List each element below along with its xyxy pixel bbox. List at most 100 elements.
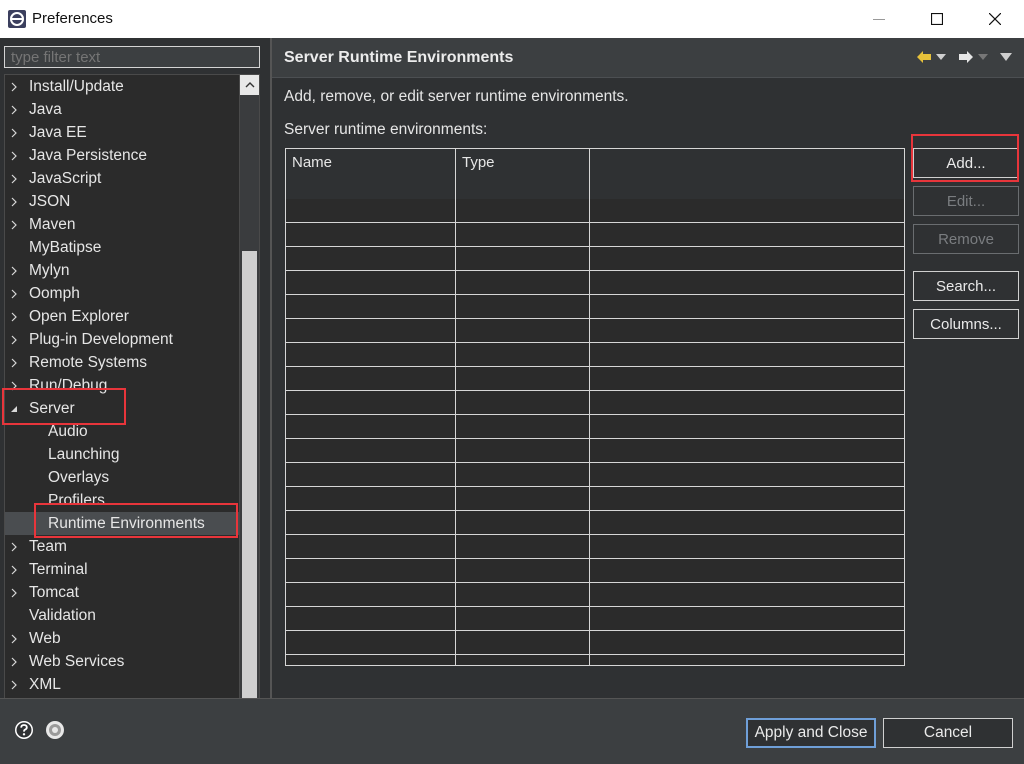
tree-item[interactable]: Open Explorer [5,305,241,328]
remove-button[interactable]: Remove [913,224,1019,254]
maximize-button[interactable] [908,0,966,38]
table-cell [286,439,456,463]
collapsed-arrow-icon[interactable] [7,351,21,374]
table-row[interactable] [286,247,904,271]
table-cell [286,463,456,487]
title-bar: Preferences [0,0,1024,38]
tree-item-label: Web [29,630,61,647]
table-row[interactable] [286,367,904,391]
apply-and-close-button[interactable]: Apply and Close [746,718,876,748]
table-row[interactable] [286,607,904,631]
tree-item[interactable]: Web Services [5,650,241,673]
tree-item[interactable]: Maven [5,213,241,236]
table-cell [286,343,456,367]
table-cell [590,655,904,665]
tree-item[interactable]: Launching [5,443,241,466]
table-row[interactable] [286,655,904,665]
collapsed-arrow-icon[interactable] [7,650,21,673]
tree-item-label: Maven [29,216,76,233]
close-button[interactable] [966,0,1024,38]
minimize-button[interactable] [850,0,908,38]
table-cell [456,535,590,559]
tree-item[interactable]: Tomcat [5,581,241,604]
tree-item[interactable]: Validation [5,604,241,627]
tree-item-label: Mylyn [29,262,70,279]
tree-item-label: JSON [29,193,71,210]
column-header-type[interactable]: Type [456,149,590,199]
tree-item[interactable]: Java EE [5,121,241,144]
collapsed-arrow-icon[interactable] [7,259,21,282]
collapsed-arrow-icon[interactable] [7,305,21,328]
collapsed-arrow-icon[interactable] [7,121,21,144]
view-menu-button[interactable] [1000,48,1012,66]
help-icon[interactable] [14,720,34,740]
column-header-name[interactable]: Name [286,149,456,199]
table-row[interactable] [286,223,904,247]
table-row[interactable] [286,295,904,319]
table-row[interactable] [286,559,904,583]
collapsed-arrow-icon[interactable] [7,167,21,190]
table-row[interactable] [286,535,904,559]
table-row[interactable] [286,199,904,223]
collapsed-arrow-icon[interactable] [7,558,21,581]
collapsed-arrow-icon[interactable] [7,673,21,696]
table-cell [590,319,904,343]
table-cell [286,199,456,223]
table-row[interactable] [286,343,904,367]
column-header-empty[interactable] [590,149,904,199]
back-button[interactable] [916,48,946,66]
tree-item[interactable]: Java [5,98,241,121]
table-cell [456,559,590,583]
table-row[interactable] [286,463,904,487]
tree-item[interactable]: Remote Systems [5,351,241,374]
scroll-up-button[interactable] [240,75,259,95]
panel-divider[interactable] [270,38,272,698]
collapsed-arrow-icon[interactable] [7,75,21,98]
table-row[interactable] [286,271,904,295]
tree-item[interactable]: JSON [5,190,241,213]
columns-button[interactable]: Columns... [913,309,1019,339]
table-row[interactable] [286,415,904,439]
tree-item[interactable]: Java Persistence [5,144,241,167]
tree-item[interactable]: XML [5,673,241,696]
tree-item[interactable]: Mylyn [5,259,241,282]
collapsed-arrow-icon[interactable] [7,144,21,167]
table-cell [590,343,904,367]
tree-scrollbar[interactable] [239,75,259,735]
forward-button[interactable] [958,48,988,66]
table-row[interactable] [286,631,904,655]
tree-item[interactable]: MyBatipse [5,236,241,259]
table-cell [590,415,904,439]
table-cell [286,223,456,247]
filter-input[interactable] [4,46,260,68]
table-row[interactable] [286,439,904,463]
tree-item[interactable]: Team [5,535,241,558]
collapsed-arrow-icon[interactable] [7,328,21,351]
collapsed-arrow-icon[interactable] [7,535,21,558]
tree-item[interactable]: Install/Update [5,75,241,98]
table-row[interactable] [286,583,904,607]
tree-item[interactable]: Overlays [5,466,241,489]
tree-item[interactable]: JavaScript [5,167,241,190]
collapsed-arrow-icon[interactable] [7,213,21,236]
tree-item[interactable]: Web [5,627,241,650]
tree-item[interactable]: Oomph [5,282,241,305]
collapsed-arrow-icon[interactable] [7,98,21,121]
cancel-button[interactable]: Cancel [883,718,1013,748]
table-row[interactable] [286,487,904,511]
tree-item[interactable]: Plug-in Development [5,328,241,351]
tree-item[interactable]: Terminal [5,558,241,581]
runtime-environments-table[interactable]: Name Type [285,148,905,666]
collapsed-arrow-icon[interactable] [7,282,21,305]
search-button[interactable]: Search... [913,271,1019,301]
scroll-thumb[interactable] [242,251,257,706]
table-row[interactable] [286,391,904,415]
collapsed-arrow-icon[interactable] [7,581,21,604]
collapsed-arrow-icon[interactable] [7,190,21,213]
table-row[interactable] [286,511,904,535]
collapsed-arrow-icon[interactable] [7,627,21,650]
preferences-io-icon[interactable] [45,720,65,740]
edit-button[interactable]: Edit... [913,186,1019,216]
table-row[interactable] [286,319,904,343]
table-cell [456,271,590,295]
